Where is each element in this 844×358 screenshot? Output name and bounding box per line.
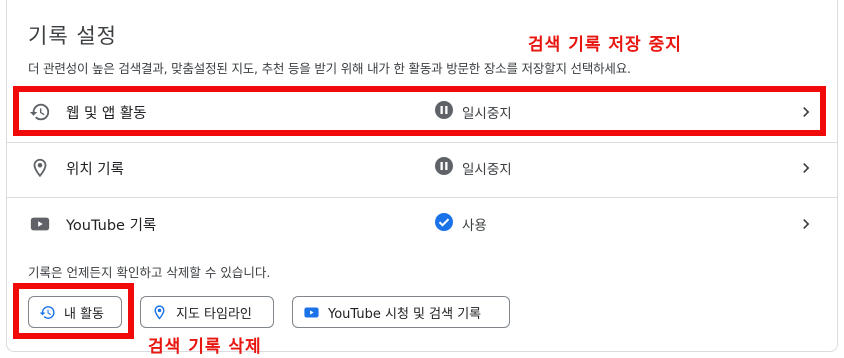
location-pin-icon [28,156,52,180]
status-text: 일시중지 [462,162,512,178]
chip-label: 내 활동 [64,306,105,322]
row-status: 사용 [434,212,487,236]
chevron-right-icon[interactable] [794,100,818,124]
pause-icon [434,100,454,124]
chip-label: YouTube 시청 및 검색 기록 [328,306,482,322]
check-circle-icon [434,212,454,236]
location-pin-icon [150,303,168,321]
status-text: 일시중지 [462,106,512,122]
my-activity-button[interactable]: 내 활동 [28,296,122,328]
section-description: 더 관련성이 높은 검색결과, 맞춤설정된 지도, 추천 등을 받기 위해 내가… [28,61,631,76]
history-note: 기록은 언제든지 확인하고 삭제할 수 있습니다. [28,265,271,280]
section-title: 기록 설정 [28,24,117,48]
status-text: 사용 [462,218,487,234]
divider [7,197,837,198]
row-label: 위치 기록 [66,161,124,178]
row-location-history[interactable]: 위치 기록 일시중지 [28,148,818,188]
row-web-app-activity[interactable]: 웹 및 앱 활동 일시중지 [28,92,818,132]
chevron-right-icon[interactable] [794,156,818,180]
pause-icon [434,156,454,180]
row-status: 일시중지 [434,156,512,180]
chip-label: 지도 타임라인 [176,306,252,322]
maps-timeline-button[interactable]: 지도 타임라인 [140,296,274,328]
youtube-icon [28,212,52,236]
row-youtube-history[interactable]: YouTube 기록 사용 [28,204,818,244]
youtube-icon [302,303,320,321]
history-icon [38,303,56,321]
youtube-watch-search-history-button[interactable]: YouTube 시청 및 검색 기록 [292,296,510,328]
row-label: 웹 및 앱 활동 [66,105,147,122]
row-label: YouTube 기록 [66,217,157,234]
history-icon [28,100,52,124]
chevron-right-icon[interactable] [794,212,818,236]
annotation-stop-saving: 검색 기록 저장 중지 [528,35,682,55]
divider [7,142,837,143]
annotation-delete-history: 검색 기록 삭제 [148,337,262,357]
row-status: 일시중지 [434,100,512,124]
